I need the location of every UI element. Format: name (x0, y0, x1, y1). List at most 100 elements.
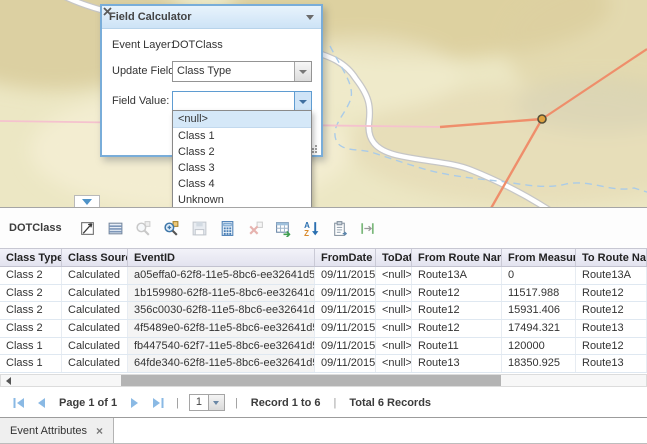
event-editor-app: Field Calculator Event Layer: DOTClass U… (0, 0, 647, 444)
sort-icon[interactable]: AZ (300, 216, 324, 240)
table-cell: <null> (376, 285, 412, 302)
panel-collapse-button[interactable] (74, 195, 100, 207)
field-value-dropdown-list: <null>Class 1Class 2Class 3Class 4Unknow… (172, 110, 312, 207)
dialog-titlebar[interactable]: Field Calculator (102, 6, 321, 29)
table-cell: Route12 (576, 285, 647, 302)
table-cell: Route11 (412, 338, 502, 355)
dropdown-option[interactable]: Class 4 (173, 176, 311, 192)
table-cell: 09/11/2015 (315, 285, 376, 302)
zoom-to-selected-icon (132, 216, 156, 240)
close-icon[interactable]: × (96, 426, 103, 436)
table-body: Class 2Calculateda05effa0-62f8-11e5-8bc6… (0, 267, 647, 373)
chevron-down-icon (82, 199, 92, 205)
copy-icon[interactable] (328, 216, 352, 240)
select-features-icon[interactable] (76, 216, 100, 240)
column-header[interactable]: FromDate (315, 249, 376, 266)
tab-event-attributes[interactable]: Event Attributes × (0, 418, 114, 443)
table-cell: 17494.321 (502, 320, 576, 337)
field-calculator-icon[interactable] (216, 216, 240, 240)
table-cell: 09/11/2015 (315, 338, 376, 355)
table-cell: Route13A (576, 267, 647, 284)
table-row[interactable]: Class 2Calculated4f5489e0-62f8-11e5-8bc6… (0, 320, 647, 338)
table-cell: a05effa0-62f8-11e5-8bc6-ee32641d5ec9 (128, 267, 315, 284)
table-cell: 1b159980-62f8-11e5-8bc6-ee32641d5ec9 (128, 285, 315, 302)
column-header[interactable]: Class Source (62, 249, 128, 266)
table-cell: Route12 (576, 302, 647, 319)
column-header[interactable]: To Route Name (576, 249, 647, 266)
scroll-left-icon[interactable] (6, 377, 11, 385)
table-cell: 356c0030-62f8-11e5-8bc6-ee32641d5ec9 (128, 302, 315, 319)
table-row[interactable]: Class 2Calculated356c0030-62f8-11e5-8bc6… (0, 302, 647, 320)
dropdown-option[interactable]: Class 1 (173, 128, 311, 144)
table-cell: Route13 (412, 355, 502, 372)
table-row[interactable]: Class 2Calculateda05effa0-62f8-11e5-8bc6… (0, 267, 647, 285)
field-value-combo[interactable] (172, 91, 312, 112)
update-field-value: Class Type (173, 62, 294, 81)
column-header[interactable]: From Route Name (412, 249, 502, 266)
field-value-value (173, 92, 294, 111)
attribute-set-icon[interactable] (272, 216, 296, 240)
table-cell: Class 1 (0, 338, 62, 355)
resize-columns-icon[interactable] (356, 216, 380, 240)
table-cell: <null> (376, 355, 412, 372)
table-cell: 09/11/2015 (315, 267, 376, 284)
column-header[interactable]: Class Type (0, 249, 62, 266)
table-cell: Class 2 (0, 285, 62, 302)
dropdown-option[interactable]: Class 3 (173, 160, 311, 176)
column-header[interactable]: From Measure (502, 249, 576, 266)
tab-label: Event Attributes (10, 425, 87, 437)
selected-records-icon[interactable] (104, 216, 128, 240)
table-cell: Route13 (576, 355, 647, 372)
previous-page-button[interactable] (33, 396, 49, 410)
junction-marker[interactable] (538, 115, 546, 123)
page-label: Page 1 of 1 (59, 397, 117, 409)
table-cell: Calculated (62, 338, 128, 355)
table-header-row: Class TypeClass SourceEventIDFromDateToD… (0, 248, 647, 267)
svg-text:Z: Z (304, 228, 309, 236)
separator: | (235, 397, 238, 409)
table-cell: 0 (502, 267, 576, 284)
table-cell: <null> (376, 267, 412, 284)
last-page-button[interactable] (150, 396, 166, 410)
page-number-value[interactable]: 1 (189, 394, 209, 411)
bottom-tab-bar: Event Attributes × (0, 417, 647, 444)
table-cell: Calculated (62, 267, 128, 284)
field-value-label: Field Value: (112, 95, 169, 107)
table-cell: 09/11/2015 (315, 355, 376, 372)
scrollbar-thumb[interactable] (121, 375, 501, 386)
basemap (0, 0, 647, 207)
table-cell: Class 1 (0, 355, 62, 372)
horizontal-scrollbar[interactable] (0, 374, 647, 387)
first-page-button[interactable] (10, 396, 26, 410)
dropdown-option[interactable]: Class 2 (173, 144, 311, 160)
update-field-combo[interactable]: Class Type (172, 61, 312, 82)
table-cell: Route13A (412, 267, 502, 284)
table-row[interactable]: Class 1Calculated64fde340-62f8-11e5-8bc6… (0, 355, 647, 373)
dropdown-option[interactable]: <null> (173, 111, 311, 128)
chevron-down-icon (299, 70, 307, 74)
table-cell: 09/11/2015 (315, 320, 376, 337)
zoom-to-features-icon[interactable] (160, 216, 184, 240)
dropdown-option[interactable]: Unknown (173, 192, 311, 207)
table-row[interactable]: Class 2Calculated1b159980-62f8-11e5-8bc6… (0, 285, 647, 303)
column-header[interactable]: EventID (128, 249, 315, 266)
column-header[interactable]: ToDate (376, 249, 412, 266)
collapse-dialog-icon[interactable] (306, 15, 314, 20)
table-cell: Class 2 (0, 267, 62, 284)
update-field-dropdown-button[interactable] (294, 62, 311, 81)
close-icon[interactable] (102, 6, 113, 17)
table-cell: Calculated (62, 285, 128, 302)
attribute-panel: DOTClass AZ Class TypeClass SourceEventI… (0, 207, 647, 444)
page-number-select[interactable]: 1 (189, 394, 225, 411)
page-number-dropdown-button[interactable] (209, 394, 225, 411)
table-cell: <null> (376, 320, 412, 337)
next-page-button[interactable] (127, 396, 143, 410)
table-cell: Calculated (62, 320, 128, 337)
map-canvas[interactable]: Field Calculator Event Layer: DOTClass U… (0, 0, 647, 207)
pagination-bar: Page 1 of 1 | 1 | Record 1 to 6 | Total … (0, 388, 647, 417)
table-cell: Class 2 (0, 320, 62, 337)
field-value-dropdown-button[interactable] (294, 92, 311, 111)
table-cell: <null> (376, 338, 412, 355)
table-row[interactable]: Class 1Calculatedfb447540-62f7-11e5-8bc6… (0, 338, 647, 356)
table-cell: 18350.925 (502, 355, 576, 372)
